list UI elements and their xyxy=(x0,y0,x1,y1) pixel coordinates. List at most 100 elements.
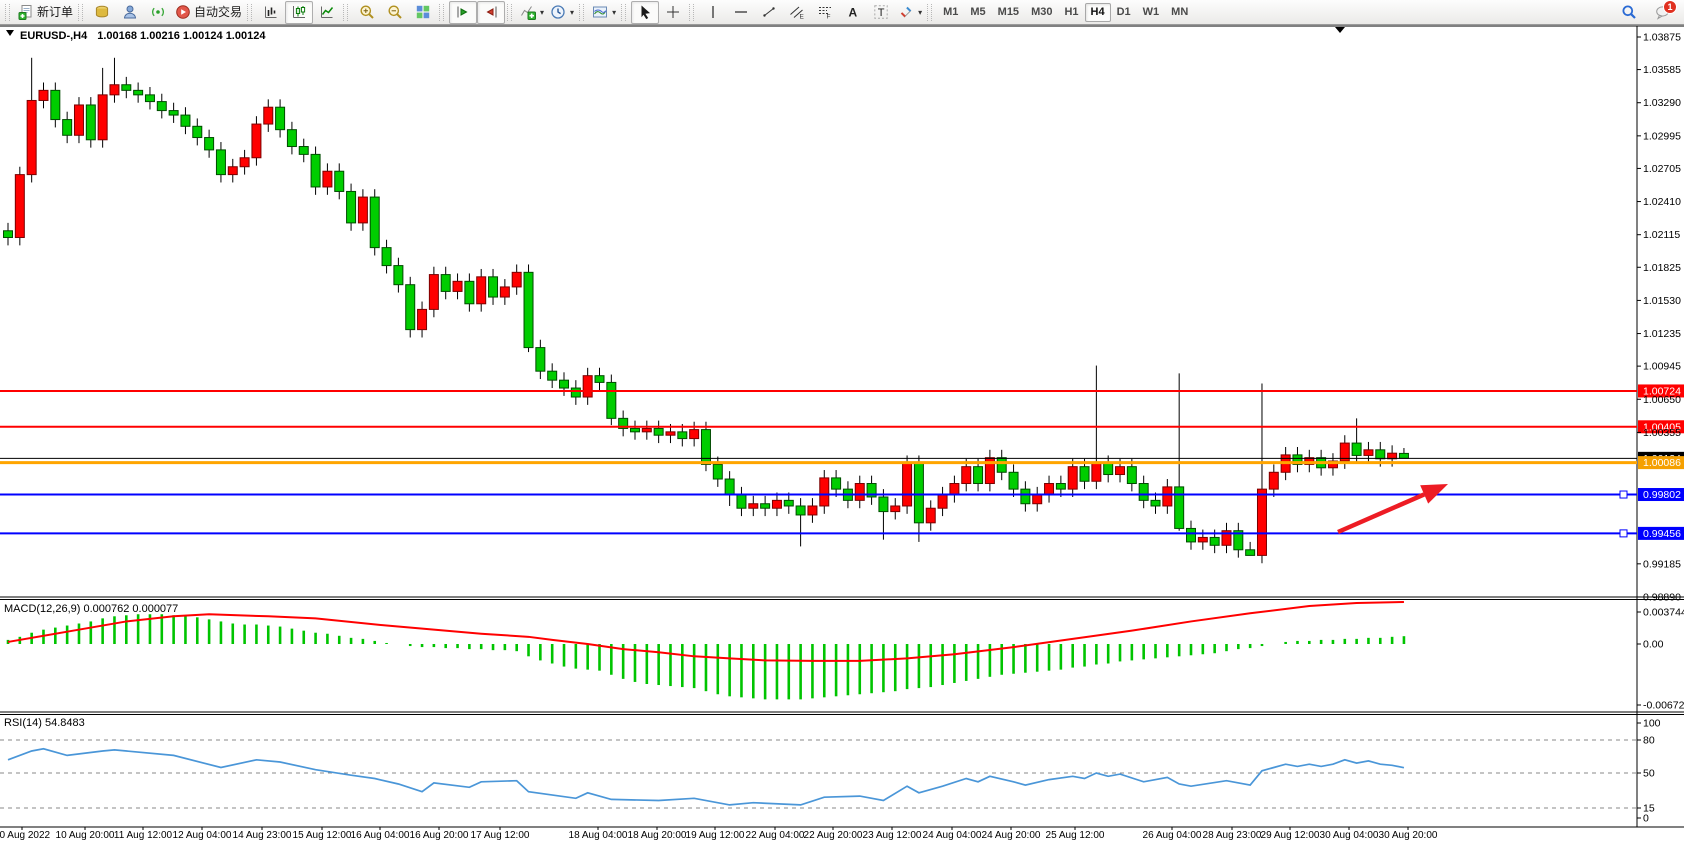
time-tick-label: 28 Aug 23:00 xyxy=(1203,830,1262,841)
vline-icon xyxy=(705,4,721,20)
timeframe-w1-button[interactable]: W1 xyxy=(1137,3,1166,22)
chevron-down-icon[interactable]: ▾ xyxy=(540,8,544,17)
equidistant-channel-tool-button[interactable]: E xyxy=(783,1,811,24)
price-tick-label: 1.00355 xyxy=(1643,427,1681,439)
time-tick-label: 17 Aug 12:00 xyxy=(471,830,530,841)
history-button[interactable] xyxy=(88,1,116,24)
price-tick-label: 1.02995 xyxy=(1643,130,1681,142)
price-tick-label: 0.99185 xyxy=(1643,558,1681,570)
time-tick-label: 14 Aug 23:00 xyxy=(233,830,292,841)
new-order-button-label: 新订单 xyxy=(37,6,73,18)
tile-windows-button[interactable] xyxy=(409,1,437,24)
fibonacci-tool-button[interactable]: F xyxy=(811,1,839,24)
toolbar-group-handle[interactable] xyxy=(579,4,584,21)
horizontal-lines-layer[interactable] xyxy=(0,391,1637,537)
text-a-icon: A xyxy=(845,4,861,20)
time-tick-label: 19 Aug 12:00 xyxy=(686,830,745,841)
time-tick-label: 10 Aug 20:00 xyxy=(56,830,115,841)
chevron-down-icon[interactable]: ▾ xyxy=(612,8,616,17)
toolbar-group-handle[interactable] xyxy=(439,4,444,21)
hline-icon xyxy=(733,4,749,20)
time-tick-label: 26 Aug 04:00 xyxy=(1143,830,1202,841)
timeframe-m30-button[interactable]: M30 xyxy=(1025,3,1058,22)
channel-icon: E xyxy=(789,4,805,20)
cursor-icon xyxy=(637,4,653,20)
timeframe-m1-button[interactable]: M1 xyxy=(937,3,964,22)
community-button[interactable] xyxy=(116,1,144,24)
zoom-out-button[interactable] xyxy=(381,1,409,24)
cursor-tool-button[interactable] xyxy=(631,1,659,24)
new-order-button[interactable]: 新订单 xyxy=(15,1,76,24)
svg-text:A: A xyxy=(849,6,858,20)
time-tick-label: 18 Aug 20:00 xyxy=(628,830,687,841)
price-tick-label: 0.98890 xyxy=(1643,591,1681,603)
tiles-icon xyxy=(415,4,431,20)
chart-area[interactable]: MACD(12,26,9) 0.000762 0.0000770.0037440… xyxy=(0,0,1684,841)
rsi-line xyxy=(8,749,1404,805)
crosshair-tool-button[interactable] xyxy=(659,1,687,24)
auto-scroll-button[interactable] xyxy=(449,1,477,24)
timeframe-m15-button[interactable]: M15 xyxy=(992,3,1025,22)
notifications-button[interactable]: 1 xyxy=(1649,1,1677,24)
person-icon xyxy=(122,4,138,20)
robot-icon xyxy=(175,4,191,20)
timeframe-d1-button[interactable]: D1 xyxy=(1111,3,1137,22)
horizontal-line-tool-button[interactable] xyxy=(727,1,755,24)
time-tick-label: 11 Aug 12:00 xyxy=(114,830,173,841)
trend-arrow-annotation[interactable] xyxy=(1338,484,1448,532)
toolbar-group-handle[interactable] xyxy=(689,4,694,21)
svg-text:EURUSD-,H41.00168 1.00216 1.00: EURUSD-,H41.00168 1.00216 1.00124 1.0012… xyxy=(20,30,266,42)
search-button[interactable] xyxy=(1615,1,1643,24)
signals-button[interactable] xyxy=(144,1,172,24)
timeframe-h4-button[interactable]: H4 xyxy=(1085,3,1111,22)
bar-chart-mode-button[interactable] xyxy=(257,1,285,24)
macd-indicator-label: MACD(12,26,9) 0.000762 0.000077 xyxy=(4,603,178,615)
time-tick-label: 24 Aug 04:00 xyxy=(923,830,982,841)
objects-collapse-triangle-icon[interactable] xyxy=(6,30,14,36)
auto-trading-button[interactable]: 自动交易 xyxy=(172,1,245,24)
vertical-line-tool-button[interactable] xyxy=(699,1,727,24)
price-tick-label: 1.03585 xyxy=(1643,64,1681,76)
timeframe-h1-button[interactable]: H1 xyxy=(1058,3,1084,22)
price-tick-label: 1.03290 xyxy=(1643,97,1681,109)
macd-pane: MACD(12,26,9) 0.000762 0.0000770.0037440… xyxy=(4,602,1684,712)
period-button[interactable]: ▾ xyxy=(547,1,577,24)
zoom-in-button[interactable] xyxy=(353,1,381,24)
rsi-axis-label: 50 xyxy=(1643,768,1655,780)
toolbar-group-handle[interactable] xyxy=(78,4,83,21)
toolbar-group-handle[interactable] xyxy=(507,4,512,21)
line-chart-mode-button[interactable] xyxy=(313,1,341,24)
time-tick-label: 22 Aug 04:00 xyxy=(746,830,805,841)
price-badge-label: 0.99456 xyxy=(1643,528,1681,540)
clock-icon xyxy=(550,4,566,20)
symbol-title: EURUSD-,H41.00168 1.00216 1.00124 1.0012… xyxy=(6,30,266,42)
candlestick-mode-button[interactable] xyxy=(285,1,313,24)
search-icon xyxy=(1621,4,1637,20)
toolbar-group-handle[interactable] xyxy=(247,4,252,21)
toolbar-group-handle[interactable] xyxy=(927,4,932,21)
fibo-icon: F xyxy=(817,4,833,20)
timeframe-m5-button[interactable]: M5 xyxy=(964,3,991,22)
price-tick-label: 1.03875 xyxy=(1643,32,1681,44)
toolbar-group-handle[interactable] xyxy=(621,4,626,21)
toolbar-group-handle[interactable] xyxy=(5,4,10,21)
text-tool-button[interactable]: A xyxy=(839,1,867,24)
timeframe-mn-button[interactable]: MN xyxy=(1165,3,1194,22)
toolbar-group-handle[interactable] xyxy=(343,4,348,21)
add-indicator-button[interactable]: ▾ xyxy=(517,1,547,24)
line-drag-handle[interactable] xyxy=(1620,530,1627,537)
chevron-down-icon[interactable]: ▾ xyxy=(918,8,922,17)
trendline-tool-button[interactable] xyxy=(755,1,783,24)
text-t-icon: T xyxy=(873,4,889,20)
chart-shift-button[interactable] xyxy=(477,1,505,24)
signal-icon xyxy=(150,4,166,20)
chevron-down-icon[interactable]: ▾ xyxy=(570,8,574,17)
text-label-tool-button[interactable]: T xyxy=(867,1,895,24)
price-tick-label: 1.01825 xyxy=(1643,262,1681,274)
arrows-tool-button[interactable]: ▾ xyxy=(895,1,925,24)
time-tick-label: 10 Aug 2022 xyxy=(0,830,51,841)
candles-layer xyxy=(4,58,1409,563)
line-drag-handle[interactable] xyxy=(1620,491,1627,498)
chart-template-button[interactable]: ▾ xyxy=(589,1,619,24)
chart-shift-marker[interactable] xyxy=(1335,27,1345,33)
